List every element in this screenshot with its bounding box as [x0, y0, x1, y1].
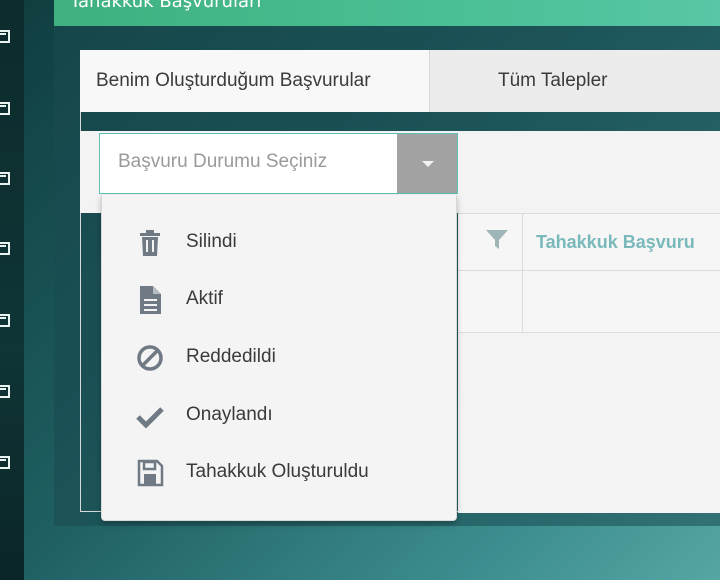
save-icon — [137, 459, 164, 487]
page-title: Tahakkuk Başvuruları — [70, 0, 262, 12]
option-label: Onaylandı — [186, 404, 273, 425]
page-header: Tahakkuk Başvuruları — [54, 0, 720, 26]
grid-body — [458, 333, 720, 513]
option-label: Tahakkuk Oluşturuldu — [186, 461, 369, 482]
check-icon — [136, 407, 164, 429]
sidebar-menu-icon[interactable] — [0, 454, 10, 469]
chevron-down-icon[interactable] — [397, 134, 457, 193]
column-divider — [522, 271, 523, 333]
table-row — [458, 271, 720, 333]
ban-icon — [137, 345, 163, 371]
tab-my-applications[interactable]: Benim Oluşturduğum Başvurular — [80, 50, 430, 112]
option-accrual-created[interactable]: Tahakkuk Oluşturuldu — [102, 448, 458, 498]
option-rejected[interactable]: Reddedildi — [102, 333, 458, 383]
trash-icon — [140, 230, 160, 256]
status-select-placeholder: Başvuru Durumu Seçiniz — [118, 151, 328, 172]
grid-header: Tahakkuk Başvuru — [458, 213, 720, 272]
tab-all-requests[interactable]: Tüm Talepler — [430, 50, 720, 112]
option-deleted[interactable]: Silindi — [102, 218, 458, 268]
document-icon — [140, 286, 161, 314]
sidebar-menu-icon[interactable] — [0, 312, 10, 327]
sidebar-menu-icon[interactable] — [0, 170, 10, 185]
sidebar-menu-icon[interactable] — [0, 28, 10, 43]
option-label: Silindi — [186, 231, 237, 252]
tab-bar: Benim Oluşturduğum Başvurular Tüm Talepl… — [80, 50, 720, 112]
filter-icon[interactable] — [485, 229, 509, 251]
sidebar-menu-icon[interactable] — [0, 383, 10, 398]
option-label: Aktif — [186, 288, 223, 309]
option-active[interactable]: Aktif — [102, 275, 458, 325]
sidebar-menu-icon[interactable] — [0, 100, 10, 115]
option-approved[interactable]: Onaylandı — [102, 391, 458, 441]
column-header-application[interactable]: Tahakkuk Başvuru — [536, 232, 695, 253]
status-dropdown-list: Silindi Aktif Reddedildi Onaylandı Tahak… — [101, 195, 457, 521]
sidebar-menu-icon[interactable] — [0, 240, 10, 255]
column-divider — [522, 214, 523, 272]
sidebar — [0, 0, 24, 580]
status-select[interactable]: Başvuru Durumu Seçiniz — [99, 133, 458, 194]
option-label: Reddedildi — [186, 346, 276, 367]
